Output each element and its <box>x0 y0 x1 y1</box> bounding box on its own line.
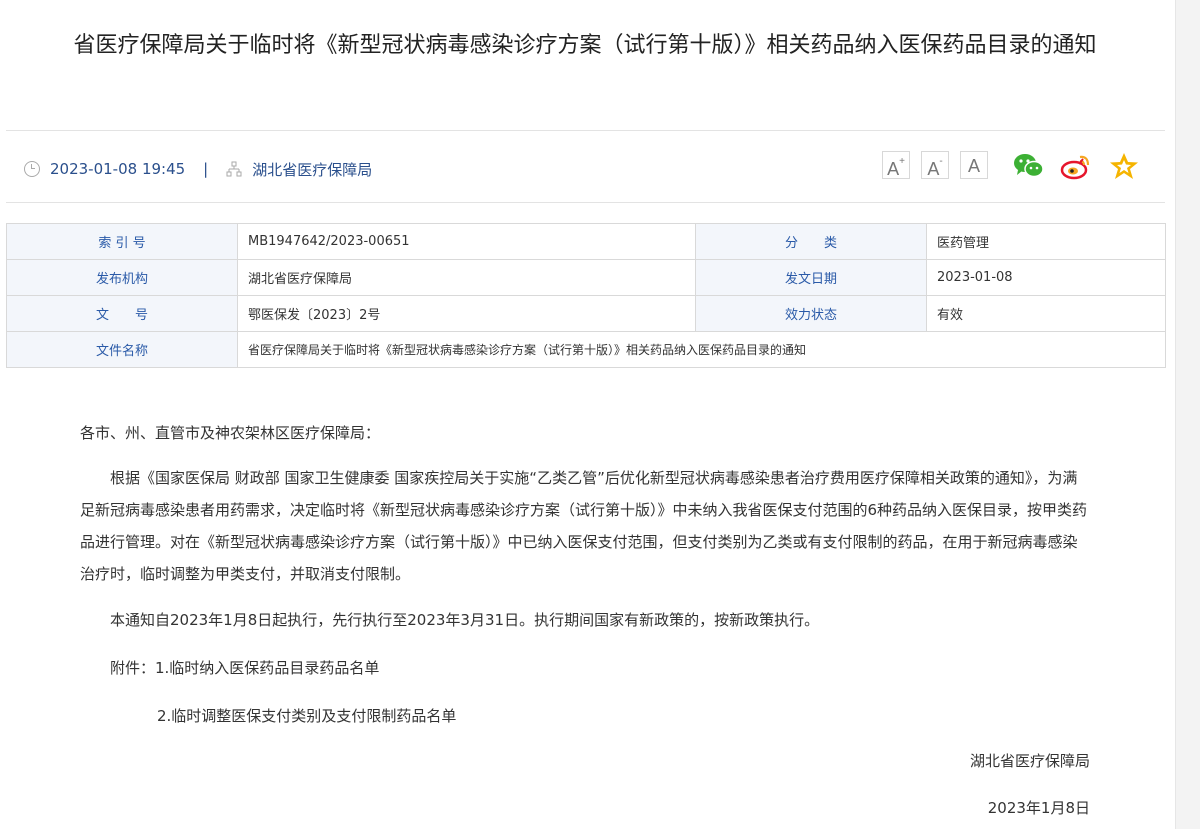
table-row: 索 引 号 MB1947642/2023-00651 分 类 医药管理 <box>6 223 1166 260</box>
table-row: 文 号 鄂医保发〔2023〕2号 效力状态 有效 <box>6 295 1166 332</box>
publisher-value: 湖北省医疗保障局 <box>237 259 696 296</box>
signature-date: 2023年1月8日 <box>987 799 1090 817</box>
date-label: 发文日期 <box>695 259 927 296</box>
publisher-label: 发布机构 <box>6 259 238 296</box>
weibo-icon[interactable] <box>1060 151 1092 181</box>
index-label: 索 引 号 <box>6 223 238 260</box>
article-body: 各市、州、直管市及神农架林区医疗保障局： 根据《国家医保局 财政部 国家卫生健康… <box>80 417 1090 732</box>
meta-separator: | <box>203 160 209 178</box>
page-scrollbar[interactable] <box>1175 0 1200 829</box>
filename-value: 省医疗保障局关于临时将《新型冠状病毒感染诊疗方案（试行第十版）》相关药品纳入医保… <box>237 331 1166 368</box>
font-default-button[interactable]: A <box>960 151 988 179</box>
table-row: 文件名称 省医疗保障局关于临时将《新型冠状病毒感染诊疗方案（试行第十版）》相关药… <box>6 331 1166 368</box>
meta-divider <box>6 202 1165 203</box>
page-title: 省医疗保障局关于临时将《新型冠状病毒感染诊疗方案（试行第十版）》相关药品纳入医保… <box>73 33 1097 58</box>
signature-org: 湖北省医疗保障局 <box>969 752 1090 770</box>
font-smaller-label: A <box>927 159 940 179</box>
wechat-icon[interactable] <box>1013 151 1045 181</box>
category-label: 分 类 <box>695 223 927 260</box>
font-larger-button[interactable]: A+ <box>882 151 910 179</box>
filename-label: 文件名称 <box>6 331 238 368</box>
status-label: 效力状态 <box>695 295 927 332</box>
body-paragraph-2: 本通知自2023年1月8日起执行，先行执行至2023年3月31日。执行期间国家有… <box>110 611 820 629</box>
index-value: MB1947642/2023-00651 <box>237 223 696 260</box>
salutation: 各市、州、直管市及神农架林区医疗保障局： <box>80 424 381 442</box>
article-meta: 2023-01-08 19:45 | 湖北省医疗保障局 <box>24 155 372 183</box>
publisher-name: 湖北省医疗保障局 <box>252 160 373 179</box>
attachment-line-2: 2.临时调整医保支付类别及支付限制药品名单 <box>157 707 457 725</box>
status-value: 有效 <box>926 295 1166 332</box>
star-icon[interactable] <box>1108 151 1140 181</box>
plus-sign-icon: + <box>899 156 905 167</box>
font-larger-label: A <box>887 159 900 179</box>
table-row: 发布机构 湖北省医疗保障局 发文日期 2023-01-08 <box>6 259 1166 296</box>
date-value: 2023-01-08 <box>926 259 1166 296</box>
font-default-label: A <box>967 156 980 176</box>
publish-datetime: 2023-01-08 19:45 <box>50 160 186 178</box>
docno-value: 鄂医保发〔2023〕2号 <box>237 295 696 332</box>
title-divider <box>6 130 1165 131</box>
document-info-table: 索 引 号 MB1947642/2023-00651 分 类 医药管理 发布机构… <box>6 223 1166 368</box>
org-chart-icon <box>226 161 242 177</box>
category-value: 医药管理 <box>926 223 1166 260</box>
minus-sign-icon: - <box>939 156 943 167</box>
body-paragraph-1: 根据《国家医保局 财政部 国家卫生健康委 国家疾控局关于实施“乙类乙管”后优化新… <box>80 469 1088 583</box>
docno-label: 文 号 <box>6 295 238 332</box>
font-smaller-button[interactable]: A- <box>921 151 949 179</box>
clock-icon <box>24 161 40 177</box>
attachment-line-1: 附件：1.临时纳入医保药品目录药品名单 <box>110 659 380 677</box>
